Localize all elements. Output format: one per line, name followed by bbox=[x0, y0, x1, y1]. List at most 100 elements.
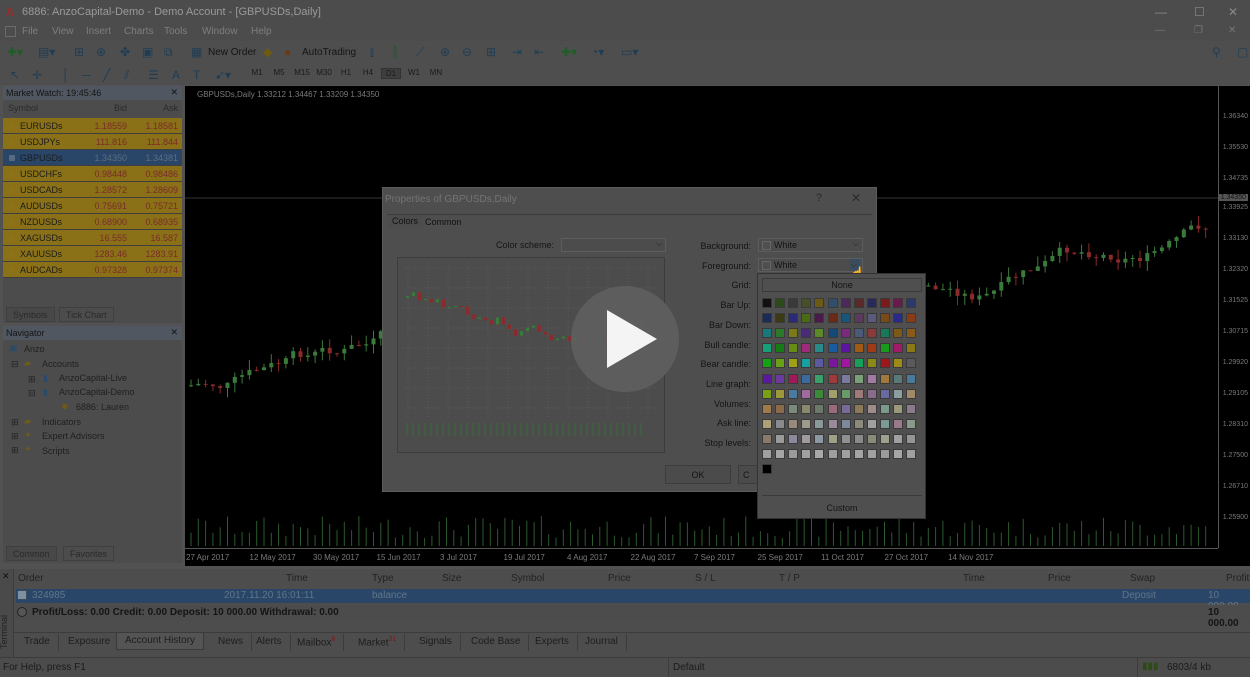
periods-icon[interactable]: ◔▾ bbox=[591, 45, 604, 59]
timeframe-h4[interactable]: H4 bbox=[358, 68, 378, 77]
palette-swatch[interactable] bbox=[879, 298, 890, 308]
palette-swatch[interactable] bbox=[906, 388, 917, 399]
expand-icon[interactable]: ⊞ bbox=[28, 374, 36, 385]
palette-swatch[interactable] bbox=[762, 328, 772, 339]
line-chart-icon[interactable]: ⟋ bbox=[416, 45, 424, 59]
palette-swatch[interactable] bbox=[762, 388, 772, 399]
palette-swatch[interactable] bbox=[775, 313, 786, 324]
palette-swatch[interactable] bbox=[814, 373, 825, 384]
horizontal-line-icon[interactable]: ─ bbox=[82, 68, 91, 82]
palette-swatch[interactable] bbox=[853, 298, 864, 308]
palette-swatch[interactable] bbox=[788, 373, 799, 384]
table-row[interactable]: 324985 2017.11.20 16:01:11 balance Depos… bbox=[16, 589, 1250, 612]
palette-swatch[interactable] bbox=[840, 388, 851, 399]
palette-swatch[interactable] bbox=[893, 388, 903, 399]
terminal-tab[interactable]: Trade bbox=[16, 634, 59, 651]
palette-swatch[interactable] bbox=[893, 403, 903, 414]
market-watch-row[interactable]: AUDUSDs 0.75691 0.75721 bbox=[3, 198, 182, 214]
menu-window[interactable]: Window bbox=[202, 26, 238, 37]
palette-swatch[interactable] bbox=[762, 418, 772, 429]
palette-custom-option[interactable]: Custom bbox=[762, 502, 922, 516]
palette-swatch[interactable] bbox=[762, 313, 772, 324]
palette-swatch[interactable] bbox=[814, 388, 825, 399]
palette-swatch[interactable] bbox=[762, 298, 772, 308]
strategy-tester-icon[interactable]: ⧉ bbox=[164, 45, 173, 59]
palette-swatch[interactable] bbox=[801, 403, 812, 414]
tile-windows-icon[interactable]: ⊞ bbox=[486, 45, 496, 59]
nav-item-live[interactable]: AnzoCapital-Live bbox=[59, 373, 127, 383]
palette-swatch[interactable] bbox=[906, 373, 917, 384]
bar-chart-icon[interactable]: ⫾ bbox=[370, 45, 374, 59]
palette-swatch[interactable] bbox=[775, 418, 786, 429]
templates-icon[interactable]: ▭▾ bbox=[621, 45, 638, 59]
column-header[interactable]: Size bbox=[442, 573, 461, 584]
palette-swatch[interactable] bbox=[827, 328, 838, 339]
palette-swatch[interactable] bbox=[788, 328, 799, 339]
column-header[interactable]: Type bbox=[372, 573, 394, 584]
palette-swatch[interactable] bbox=[879, 343, 890, 354]
candlestick-icon[interactable]: ⫿ bbox=[393, 45, 397, 59]
palette-swatch[interactable] bbox=[866, 358, 877, 369]
column-header[interactable]: Swap bbox=[1130, 573, 1155, 584]
chat-icon[interactable]: ▢ bbox=[1237, 45, 1248, 59]
palette-swatch[interactable] bbox=[893, 433, 903, 444]
help-icon[interactable]: ? bbox=[816, 192, 822, 204]
timeframe-m30[interactable]: M30 bbox=[314, 68, 334, 77]
palette-swatch[interactable] bbox=[827, 418, 838, 429]
column-header[interactable]: Profit bbox=[1226, 573, 1249, 584]
profiles-icon[interactable]: ▤▾ bbox=[38, 45, 55, 59]
terminal-close-icon[interactable]: ✕ bbox=[2, 571, 10, 582]
palette-swatch[interactable] bbox=[866, 403, 877, 414]
palette-swatch[interactable] bbox=[840, 373, 851, 384]
palette-swatch[interactable] bbox=[827, 313, 838, 324]
nav-item-indicators[interactable]: Indicators bbox=[42, 417, 81, 427]
palette-swatch[interactable] bbox=[788, 403, 799, 414]
column-symbol[interactable]: Symbol bbox=[8, 103, 38, 113]
tab-common[interactable]: Common bbox=[6, 546, 57, 561]
palette-swatch[interactable] bbox=[840, 358, 851, 369]
palette-swatch[interactable] bbox=[853, 403, 864, 414]
column-header[interactable]: Time bbox=[963, 573, 985, 584]
terminal-tab[interactable]: Account History bbox=[116, 632, 205, 650]
market-watch-row[interactable]: GBPUSDs 1.34350 1.34381 bbox=[3, 150, 182, 166]
timeframe-w1[interactable]: W1 bbox=[404, 68, 424, 77]
column-bid[interactable]: Bid bbox=[114, 103, 127, 113]
nav-item-accounts[interactable]: Accounts bbox=[42, 359, 79, 369]
palette-swatch[interactable] bbox=[840, 313, 851, 324]
autotrading-button[interactable]: AutoTrading bbox=[302, 47, 356, 58]
navigator-close-icon[interactable]: ✕ bbox=[170, 327, 178, 338]
palette-swatch[interactable] bbox=[788, 358, 799, 369]
column-header[interactable]: T / P bbox=[779, 573, 800, 584]
nav-item-expert-advisors[interactable]: Expert Advisors bbox=[42, 431, 105, 441]
palette-swatch[interactable] bbox=[893, 449, 903, 459]
palette-swatch[interactable] bbox=[906, 343, 917, 354]
palette-swatch[interactable] bbox=[814, 433, 825, 444]
palette-swatch[interactable] bbox=[801, 328, 812, 339]
palette-swatch[interactable] bbox=[814, 358, 825, 369]
dialog-close-button[interactable]: ✕ bbox=[851, 191, 861, 205]
ok-button[interactable]: OK bbox=[665, 465, 731, 484]
market-watch-icon[interactable]: ⊞ bbox=[74, 45, 84, 59]
palette-swatch[interactable] bbox=[827, 373, 838, 384]
timeframe-h1[interactable]: H1 bbox=[336, 68, 356, 77]
nav-item-account-6886[interactable]: 6886: Lauren bbox=[76, 402, 129, 412]
tab-favorites[interactable]: Favorites bbox=[63, 546, 115, 561]
palette-swatch[interactable] bbox=[788, 313, 799, 324]
palette-swatch[interactable] bbox=[775, 388, 786, 399]
palette-swatch[interactable] bbox=[814, 403, 825, 414]
terminal-tab[interactable]: Exposure bbox=[60, 634, 120, 651]
data-window-icon[interactable]: ⊕ bbox=[96, 45, 106, 59]
terminal-tab[interactable]: Code Base bbox=[463, 634, 530, 651]
column-header[interactable]: Order bbox=[18, 573, 44, 584]
column-header[interactable]: Symbol bbox=[511, 573, 544, 584]
trendline-icon[interactable]: ╱ bbox=[103, 68, 110, 82]
palette-swatch[interactable] bbox=[866, 313, 877, 324]
mdi-close-button[interactable]: ✕ bbox=[1228, 25, 1236, 36]
timeframe-m15[interactable]: M15 bbox=[292, 68, 312, 77]
search-icon[interactable]: ⚲ bbox=[1212, 45, 1221, 59]
palette-swatch[interactable] bbox=[893, 313, 903, 324]
palette-swatch[interactable] bbox=[840, 343, 851, 354]
foreground-color-select[interactable]: White ⌵ bbox=[758, 258, 863, 272]
palette-swatch[interactable] bbox=[879, 433, 890, 444]
palette-swatch[interactable] bbox=[906, 298, 917, 308]
